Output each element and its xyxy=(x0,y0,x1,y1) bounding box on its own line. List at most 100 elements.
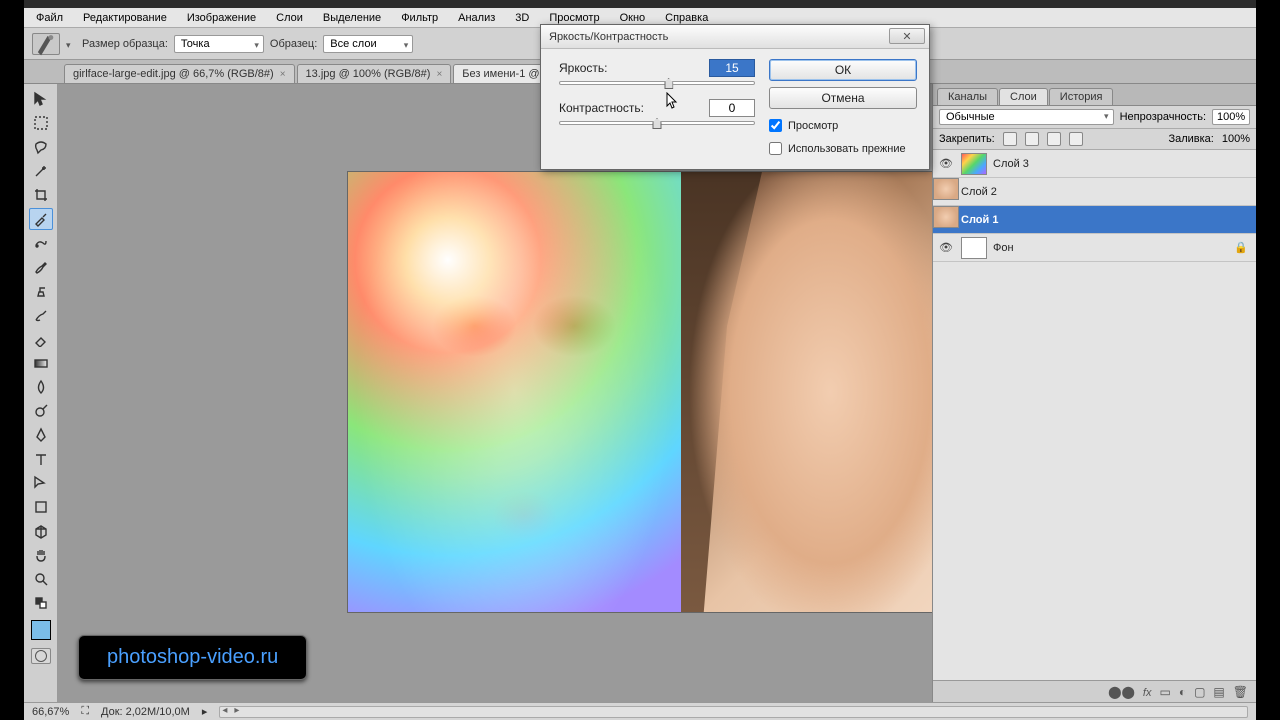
shape-tool[interactable] xyxy=(29,496,53,518)
gradient-tool[interactable] xyxy=(29,352,53,374)
dodge-tool[interactable] xyxy=(29,400,53,422)
healing-tool[interactable] xyxy=(29,232,53,254)
close-tab-icon[interactable]: × xyxy=(280,69,286,80)
h-scrollbar[interactable] xyxy=(219,706,1248,718)
tool-preset-icon[interactable] xyxy=(32,33,60,55)
mask-icon[interactable]: ▭ xyxy=(1159,685,1170,699)
menu-фильтр[interactable]: Фильтр xyxy=(391,9,448,27)
panel-tab-слои[interactable]: Слои xyxy=(999,88,1048,105)
delete-layer-icon[interactable]: 🗑 xyxy=(1233,685,1248,699)
layers-panel-footer: ⬤⬤ fx ▭ ◐ ▢ ▤ 🗑 xyxy=(933,680,1256,702)
layer-name: Слой 2 xyxy=(961,186,997,198)
layer-name: Фон xyxy=(993,242,1014,254)
document-tab[interactable]: girlface-large-edit.jpg @ 66,7% (RGB/8#)… xyxy=(64,64,295,83)
eyedropper-tool[interactable] xyxy=(29,208,53,230)
lasso-tool[interactable] xyxy=(29,136,53,158)
document-tab[interactable]: 13.jpg @ 100% (RGB/8#)× xyxy=(297,64,452,83)
visibility-icon[interactable]: 👁 xyxy=(937,241,955,254)
foreground-color-swatch[interactable] xyxy=(31,620,51,640)
new-layer-icon[interactable]: ▤ xyxy=(1213,685,1224,699)
layer-name: Слой 1 xyxy=(961,214,998,226)
menu-3d[interactable]: 3D xyxy=(505,9,539,27)
opacity-label: Непрозрачность: xyxy=(1120,111,1206,123)
layers-panel: КаналыСлоиИстория Обычные Непрозрачность… xyxy=(932,84,1256,702)
contrast-input[interactable] xyxy=(709,99,755,117)
link-layers-icon[interactable]: ⬤⬤ xyxy=(1108,685,1135,699)
layer-row[interactable]: 👁Слой 1 xyxy=(933,206,1256,234)
color-tool[interactable] xyxy=(29,592,53,614)
layer-thumbnail[interactable] xyxy=(933,206,959,228)
type-tool[interactable] xyxy=(29,448,53,470)
artboard xyxy=(348,172,932,612)
contrast-slider[interactable] xyxy=(559,121,755,125)
brightness-input[interactable] xyxy=(709,59,755,77)
brush-tool[interactable] xyxy=(29,256,53,278)
menu-файл[interactable]: Файл xyxy=(26,9,73,27)
wand-tool[interactable] xyxy=(29,160,53,182)
brightness-label: Яркость: xyxy=(559,61,701,75)
sample-source-select[interactable]: Все слои xyxy=(323,35,413,53)
sample-source-label: Образец: xyxy=(270,38,317,50)
move-tool[interactable] xyxy=(29,88,53,110)
layer-row[interactable]: 👁Слой 2 xyxy=(933,178,1256,206)
sample-size-label: Размер образца: xyxy=(82,38,168,50)
lock-label: Закрепить: xyxy=(939,133,995,145)
close-tab-icon[interactable]: × xyxy=(436,69,442,80)
watermark-banner: photoshop-video.ru xyxy=(78,635,307,680)
cancel-button[interactable]: Отмена xyxy=(769,87,917,109)
lock-all-icon[interactable] xyxy=(1069,132,1083,146)
history-brush-tool[interactable] xyxy=(29,304,53,326)
opacity-value[interactable]: 100% xyxy=(1212,109,1250,125)
status-bar: 66,67% ⛶ Док: 2,02M/10,0M ▸ xyxy=(24,702,1256,720)
layer-thumbnail[interactable] xyxy=(933,178,959,200)
canvas[interactable] xyxy=(58,84,932,702)
layer-row[interactable]: 👁Фон🔒 xyxy=(933,234,1256,262)
brightness-contrast-dialog: Яркость/Контрастность ✕ Яркость: Контрас… xyxy=(540,24,930,170)
panel-tab-история[interactable]: История xyxy=(1049,88,1114,105)
zoom-tool[interactable] xyxy=(29,568,53,590)
sample-size-select[interactable]: Точка xyxy=(174,35,264,53)
crop-tool[interactable] xyxy=(29,184,53,206)
contrast-label: Контрастность: xyxy=(559,101,701,115)
fill-label: Заливка: xyxy=(1168,133,1213,145)
zoom-icon[interactable]: ⛶ xyxy=(81,705,89,718)
blur-tool[interactable] xyxy=(29,376,53,398)
dialog-title: Яркость/Контрастность xyxy=(549,31,668,43)
panel-tab-каналы[interactable]: Каналы xyxy=(937,88,998,105)
brightness-slider[interactable] xyxy=(559,81,755,85)
fill-value[interactable]: 100% xyxy=(1222,133,1250,145)
group-icon[interactable]: ▢ xyxy=(1194,685,1205,699)
doc-size: Док: 2,02M/10,0M xyxy=(101,706,190,718)
adjustment-icon[interactable]: ◐ xyxy=(1179,685,1186,699)
marquee-tool[interactable] xyxy=(29,112,53,134)
layer-row[interactable]: 👁Слой 3 xyxy=(933,150,1256,178)
ok-button[interactable]: ОК xyxy=(769,59,917,81)
blend-mode-select[interactable]: Обычные xyxy=(939,109,1114,125)
hand-tool[interactable] xyxy=(29,544,53,566)
zoom-value[interactable]: 66,67% xyxy=(32,706,69,718)
tool-preset-dropdown[interactable] xyxy=(66,39,76,49)
dialog-close-button[interactable]: ✕ xyxy=(889,28,925,44)
visibility-icon[interactable]: 👁 xyxy=(937,157,955,170)
doc-menu-arrow[interactable]: ▸ xyxy=(202,705,208,718)
stamp-tool[interactable] xyxy=(29,280,53,302)
menu-выделение[interactable]: Выделение xyxy=(313,9,391,27)
image-right-half xyxy=(681,172,933,612)
menu-анализ[interactable]: Анализ xyxy=(448,9,505,27)
fx-icon[interactable]: fx xyxy=(1143,685,1152,699)
pen-tool[interactable] xyxy=(29,424,53,446)
layer-thumbnail[interactable] xyxy=(961,153,987,175)
3d-tool[interactable] xyxy=(29,520,53,542)
quick-mask-icon[interactable] xyxy=(31,648,51,664)
legacy-checkbox[interactable]: Использовать прежние xyxy=(769,142,917,155)
eraser-tool[interactable] xyxy=(29,328,53,350)
lock-transparency-icon[interactable] xyxy=(1003,132,1017,146)
lock-position-icon[interactable] xyxy=(1047,132,1061,146)
menu-изображение[interactable]: Изображение xyxy=(177,9,266,27)
path-tool[interactable] xyxy=(29,472,53,494)
layer-thumbnail[interactable] xyxy=(961,237,987,259)
lock-pixels-icon[interactable] xyxy=(1025,132,1039,146)
menu-слои[interactable]: Слои xyxy=(266,9,313,27)
menu-редактирование[interactable]: Редактирование xyxy=(73,9,177,27)
preview-checkbox[interactable]: Просмотр xyxy=(769,119,917,132)
